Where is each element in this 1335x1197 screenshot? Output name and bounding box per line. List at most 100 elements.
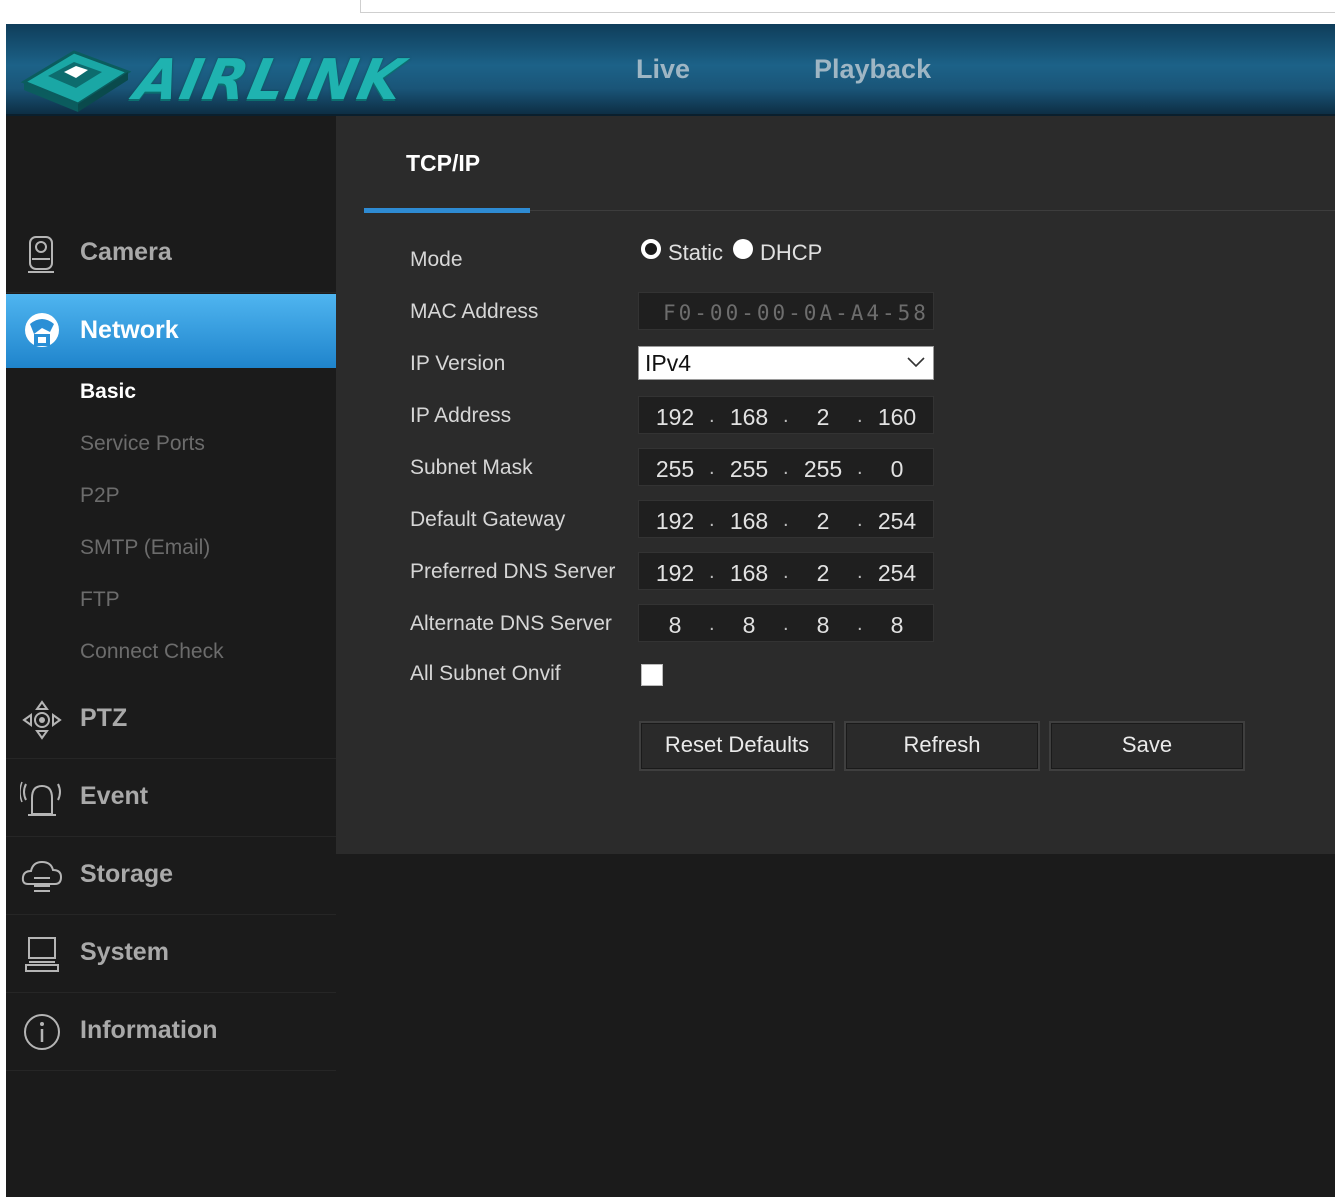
mac-field: F0-00-00-0A-A4-58 [638,292,934,330]
ip-dot: . [709,509,715,531]
gateway-label: Default Gateway [410,508,566,531]
ip-octet[interactable]: 0 [873,456,921,483]
sidebar-item-label: Network [80,316,179,344]
sidebar-item-label: System [80,938,169,966]
sidebar-item-ptz[interactable]: PTZ [6,682,336,759]
gateway-field[interactable]: 192 . 168 . 2 . 254 [638,500,934,538]
ip-dot: . [783,509,789,531]
ip-octet[interactable]: 2 [799,560,847,587]
ip-address-field[interactable]: 192 . 168 . 2 . 160 [638,396,934,434]
save-button[interactable]: Save [1049,721,1245,771]
sidebar-item-information[interactable]: Information [6,994,336,1071]
ip-dot: . [857,457,863,479]
ip-octet[interactable]: 8 [725,612,773,639]
ip-octet[interactable]: 168 [725,560,773,587]
sidebar: Camera Network Basic Service Ports P2P S… [6,116,354,1197]
refresh-button[interactable]: Refresh [844,721,1040,771]
subnav-basic[interactable]: Basic [80,380,136,404]
onvif-checkbox[interactable] [641,664,663,686]
dns1-field[interactable]: 192 . 168 . 2 . 254 [638,552,934,590]
sidebar-item-label: Camera [80,238,172,266]
ip-octet[interactable]: 168 [725,404,773,431]
logo-text: AIRLINK [129,48,411,113]
info-icon [24,1014,60,1050]
sidebar-item-network[interactable]: Network [6,294,354,368]
tab-active-indicator [364,208,530,213]
ip-dot: . [857,509,863,531]
ip-dot: . [783,405,789,427]
header-bar: AIRLINK Live Playback [6,24,1335,116]
ip-dot: . [783,613,789,635]
onvif-label: All Subnet Onvif [410,662,561,685]
ip-dot: . [709,405,715,427]
ip-dot: . [709,457,715,479]
ip-octet[interactable]: 255 [651,456,699,483]
reset-defaults-button[interactable]: Reset Defaults [639,721,835,771]
ip-octet[interactable]: 2 [799,404,847,431]
mac-value: F0-00-00-0A-A4-58 [663,301,929,325]
sidebar-item-label: Event [80,782,149,810]
ip-octet[interactable]: 254 [873,508,921,535]
ip-octet[interactable]: 160 [873,404,921,431]
camera-icon [28,236,54,273]
ip-dot: . [783,457,789,479]
sidebar-item-label: PTZ [80,704,128,732]
settings-panel: TCP/IP Mode Static DHCP MAC Address F0-0… [336,116,1335,854]
subnav-service-ports[interactable]: Service Ports [80,432,205,456]
network-icon [25,313,59,347]
mode-label: Mode [410,248,463,271]
ip-octet[interactable]: 2 [799,508,847,535]
ip-version-value: IPv4 [645,350,692,376]
ip-address-label: IP Address [410,404,512,427]
ip-dot: . [857,561,863,583]
subnet-label: Subnet Mask [410,456,533,479]
ptz-icon [22,700,62,740]
airlink-logo: AIRLINK [18,42,478,114]
app-window: AIRLINK Live Playback Camera Network Bas… [6,24,1335,1197]
dns2-label: Alternate DNS Server [410,612,612,635]
ip-octet[interactable]: 168 [725,508,773,535]
subnav-connect-check[interactable]: Connect Check [80,640,224,664]
subnet-field[interactable]: 255 . 255 . 255 . 0 [638,448,934,486]
ip-octet[interactable]: 192 [651,508,699,535]
mac-label: MAC Address [410,300,539,323]
address-bar[interactable] [360,0,1335,13]
dns1-label: Preferred DNS Server [410,560,616,583]
ip-version-select[interactable]: IPv4 [638,346,934,380]
nav-playback[interactable]: Playback [814,54,931,85]
ip-octet[interactable]: 255 [725,456,773,483]
radio-static[interactable] [640,238,662,260]
sidebar-item-storage[interactable]: Storage [6,838,336,915]
nav-live[interactable]: Live [636,54,690,85]
sidebar-item-event[interactable]: Event [6,760,336,837]
subnav-smtp[interactable]: SMTP (Email) [80,536,210,560]
ip-dot: . [709,561,715,583]
ip-octet[interactable]: 8 [873,612,921,639]
sidebar-item-label: Information [80,1016,218,1044]
sidebar-item-system[interactable]: System [6,916,336,993]
subnav-ftp[interactable]: FTP [80,588,120,612]
ip-dot: . [709,613,715,635]
ip-dot: . [857,613,863,635]
dns2-field[interactable]: 8 . 8 . 8 . 8 [638,604,934,642]
chevron-down-icon [907,357,925,368]
cloud-storage-icon [21,860,63,892]
ip-octet[interactable]: 192 [651,404,699,431]
radio-static-label: Static [668,240,724,265]
radio-dhcp-label: DHCP [760,240,823,265]
sidebar-item-label: Storage [80,860,174,888]
ip-octet[interactable]: 8 [799,612,847,639]
tab-tcpip[interactable]: TCP/IP [406,150,480,177]
ip-dot: . [783,561,789,583]
logo-emblem-icon [20,50,132,112]
computer-icon [25,937,59,972]
radio-dhcp[interactable] [732,238,754,260]
ip-octet[interactable]: 255 [799,456,847,483]
subnav-p2p[interactable]: P2P [80,484,120,508]
ip-octet[interactable]: 254 [873,560,921,587]
ip-octet[interactable]: 192 [651,560,699,587]
alarm-icon [20,781,61,816]
ip-dot: . [857,405,863,427]
sidebar-item-camera[interactable]: Camera [6,216,336,293]
ip-octet[interactable]: 8 [651,612,699,639]
